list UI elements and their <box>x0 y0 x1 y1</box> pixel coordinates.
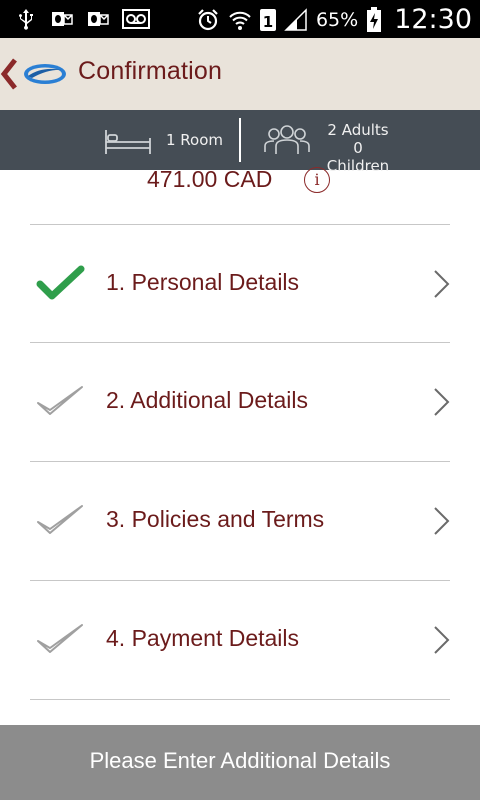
sim-icon: 1 <box>259 8 276 31</box>
total-price: 471.00 CAD <box>147 166 273 192</box>
chevron-right-icon <box>434 388 450 416</box>
alarm-icon <box>198 8 218 30</box>
step-additional-details[interactable]: 2. Additional Details <box>0 343 480 461</box>
usb-icon <box>19 9 33 30</box>
clock: 12:30 <box>394 4 472 35</box>
app-logo-icon <box>24 64 66 84</box>
status-bar: 1 65% 12:30 <box>0 0 480 38</box>
page-title: Confirmation <box>78 57 223 85</box>
booking-summary-bar: 1 Room 2 Adults 0 Children <box>0 110 480 175</box>
step-personal-details[interactable]: 1. Personal Details <box>0 225 480 343</box>
price-row: 471.00 CAD i <box>0 164 480 204</box>
price-info-icon[interactable]: i <box>304 167 330 193</box>
voicemail-icon <box>122 9 150 29</box>
adults-count: 2 Adults <box>327 121 389 139</box>
check-pending-icon <box>37 624 83 653</box>
chevron-right-icon <box>434 507 450 535</box>
continue-button[interactable]: Please Enter Additional Details <box>0 725 480 800</box>
step-label: 2. Additional Details <box>106 387 309 413</box>
sim-slot-number: 1 <box>262 12 274 31</box>
step-label: 3. Policies and Terms <box>106 506 325 532</box>
divider <box>30 699 450 700</box>
bed-icon <box>105 130 151 154</box>
check-pending-icon <box>37 505 83 534</box>
step-label: 1. Personal Details <box>106 269 300 295</box>
chevron-right-icon <box>434 270 450 298</box>
step-policies-and-terms[interactable]: 3. Policies and Terms <box>0 462 480 580</box>
guests-icon <box>264 125 310 154</box>
outlook-icon <box>88 12 109 26</box>
battery-percent: 65% <box>315 8 359 31</box>
battery-charging-icon <box>367 6 382 32</box>
rooms-count: 1 Room <box>166 131 224 149</box>
app-header: Confirmation <box>0 38 480 110</box>
wifi-icon <box>229 11 251 30</box>
chevron-right-icon <box>434 626 450 654</box>
step-label: 4. Payment Details <box>106 625 300 651</box>
check-pending-icon <box>37 386 83 415</box>
chevron-left-icon[interactable] <box>0 58 20 90</box>
step-payment-details[interactable]: 4. Payment Details <box>0 581 480 699</box>
outlook-icon <box>52 12 73 26</box>
check-complete-icon <box>36 265 85 300</box>
summary-divider <box>239 118 241 162</box>
signal-icon <box>284 7 307 31</box>
